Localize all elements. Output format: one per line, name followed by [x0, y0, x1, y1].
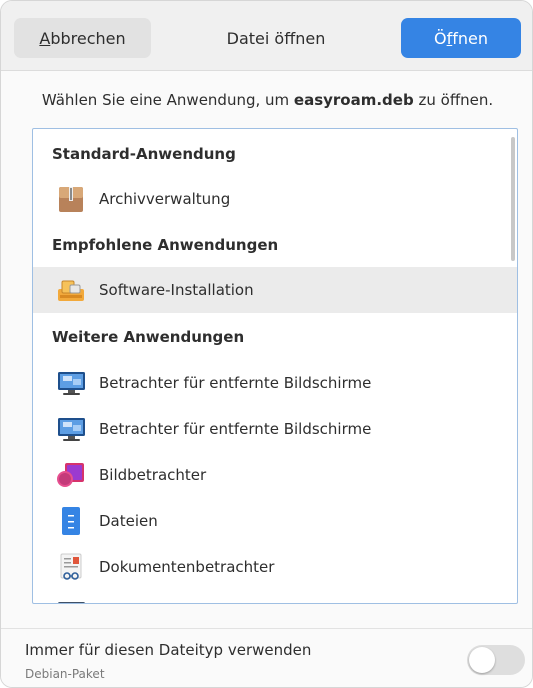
- app-label: Archivverwaltung: [99, 190, 231, 208]
- document-viewer-icon: [55, 552, 87, 582]
- open-label-prefix: Ö: [434, 28, 447, 48]
- always-use-label: Immer für diesen Dateityp verwenden: [25, 641, 312, 659]
- app-row-archive-manager[interactable]: Archivverwaltung: [33, 176, 517, 222]
- app-label: Dateien: [99, 512, 158, 530]
- cancel-label-rest: bbrechen: [50, 28, 126, 48]
- prompt-before: Wählen Sie eine Anwendung, um: [41, 91, 294, 109]
- app-row-files[interactable]: Dateien: [33, 498, 517, 544]
- open-with-dialog: Abbrechen Datei öffnen Öf fnen Wählen Sie…: [0, 0, 533, 688]
- remote-viewer-icon: [55, 414, 87, 444]
- application-list[interactable]: Standard-Anwendung Archivverwaltung Empf…: [32, 128, 518, 604]
- app-label: Betrachter für entfernte Bildschirme: [99, 374, 372, 392]
- software-install-icon: [55, 275, 87, 305]
- app-row-software-install[interactable]: Software-Installation: [33, 267, 517, 313]
- app-label: Software-Installation: [99, 281, 254, 299]
- section-recommended-heading: Empfohlene Anwendungen: [52, 236, 279, 254]
- open-label-rest: fnen: [452, 28, 488, 48]
- prompt-text: Wählen Sie eine Anwendung, um easyroam.d…: [1, 91, 532, 109]
- app-row-image-viewer[interactable]: Bildbetrachter: [33, 452, 517, 498]
- prompt-after: zu öffnen.: [413, 91, 494, 109]
- app-row-remote-viewer-2[interactable]: Betrachter für entfernte Bildschirme: [33, 406, 517, 452]
- dialog-title: Datei öffnen: [226, 28, 326, 48]
- toggle-knob: [469, 647, 495, 673]
- cancel-label-mnemonic: A: [39, 28, 51, 48]
- section-other-heading: Weitere Anwendungen: [52, 328, 245, 346]
- cancel-button[interactable]: Abbrechen: [14, 18, 151, 58]
- app-label: Bildbetrachter: [99, 466, 207, 484]
- app-label: Dokumentenbetrachter: [99, 558, 275, 576]
- always-use-toggle[interactable]: [467, 645, 525, 675]
- app-row-document-viewer[interactable]: Dokumentenbetrachter: [33, 544, 517, 590]
- footer: Immer für diesen Dateityp verwenden Debi…: [1, 628, 532, 687]
- remote-viewer-icon: [55, 368, 87, 398]
- header-bar: Abbrechen Datei öffnen Öf fnen: [1, 1, 532, 71]
- open-button[interactable]: Öf fnen: [401, 18, 521, 58]
- app-label: Betrachter für entfernte Bildschirme: [99, 420, 372, 438]
- app-row-partial[interactable]: [33, 590, 517, 603]
- app-row-remote-viewer-1[interactable]: Betrachter für entfernte Bildschirme: [33, 360, 517, 406]
- image-viewer-icon: [55, 460, 87, 490]
- prompt-filename: easyroam.deb: [293, 91, 414, 109]
- files-icon: [55, 506, 87, 536]
- monitor-icon: [55, 598, 87, 603]
- archive-manager-icon: [55, 184, 87, 214]
- file-type-label: Debian-Paket: [25, 667, 105, 681]
- section-default-heading: Standard-Anwendung: [52, 145, 236, 163]
